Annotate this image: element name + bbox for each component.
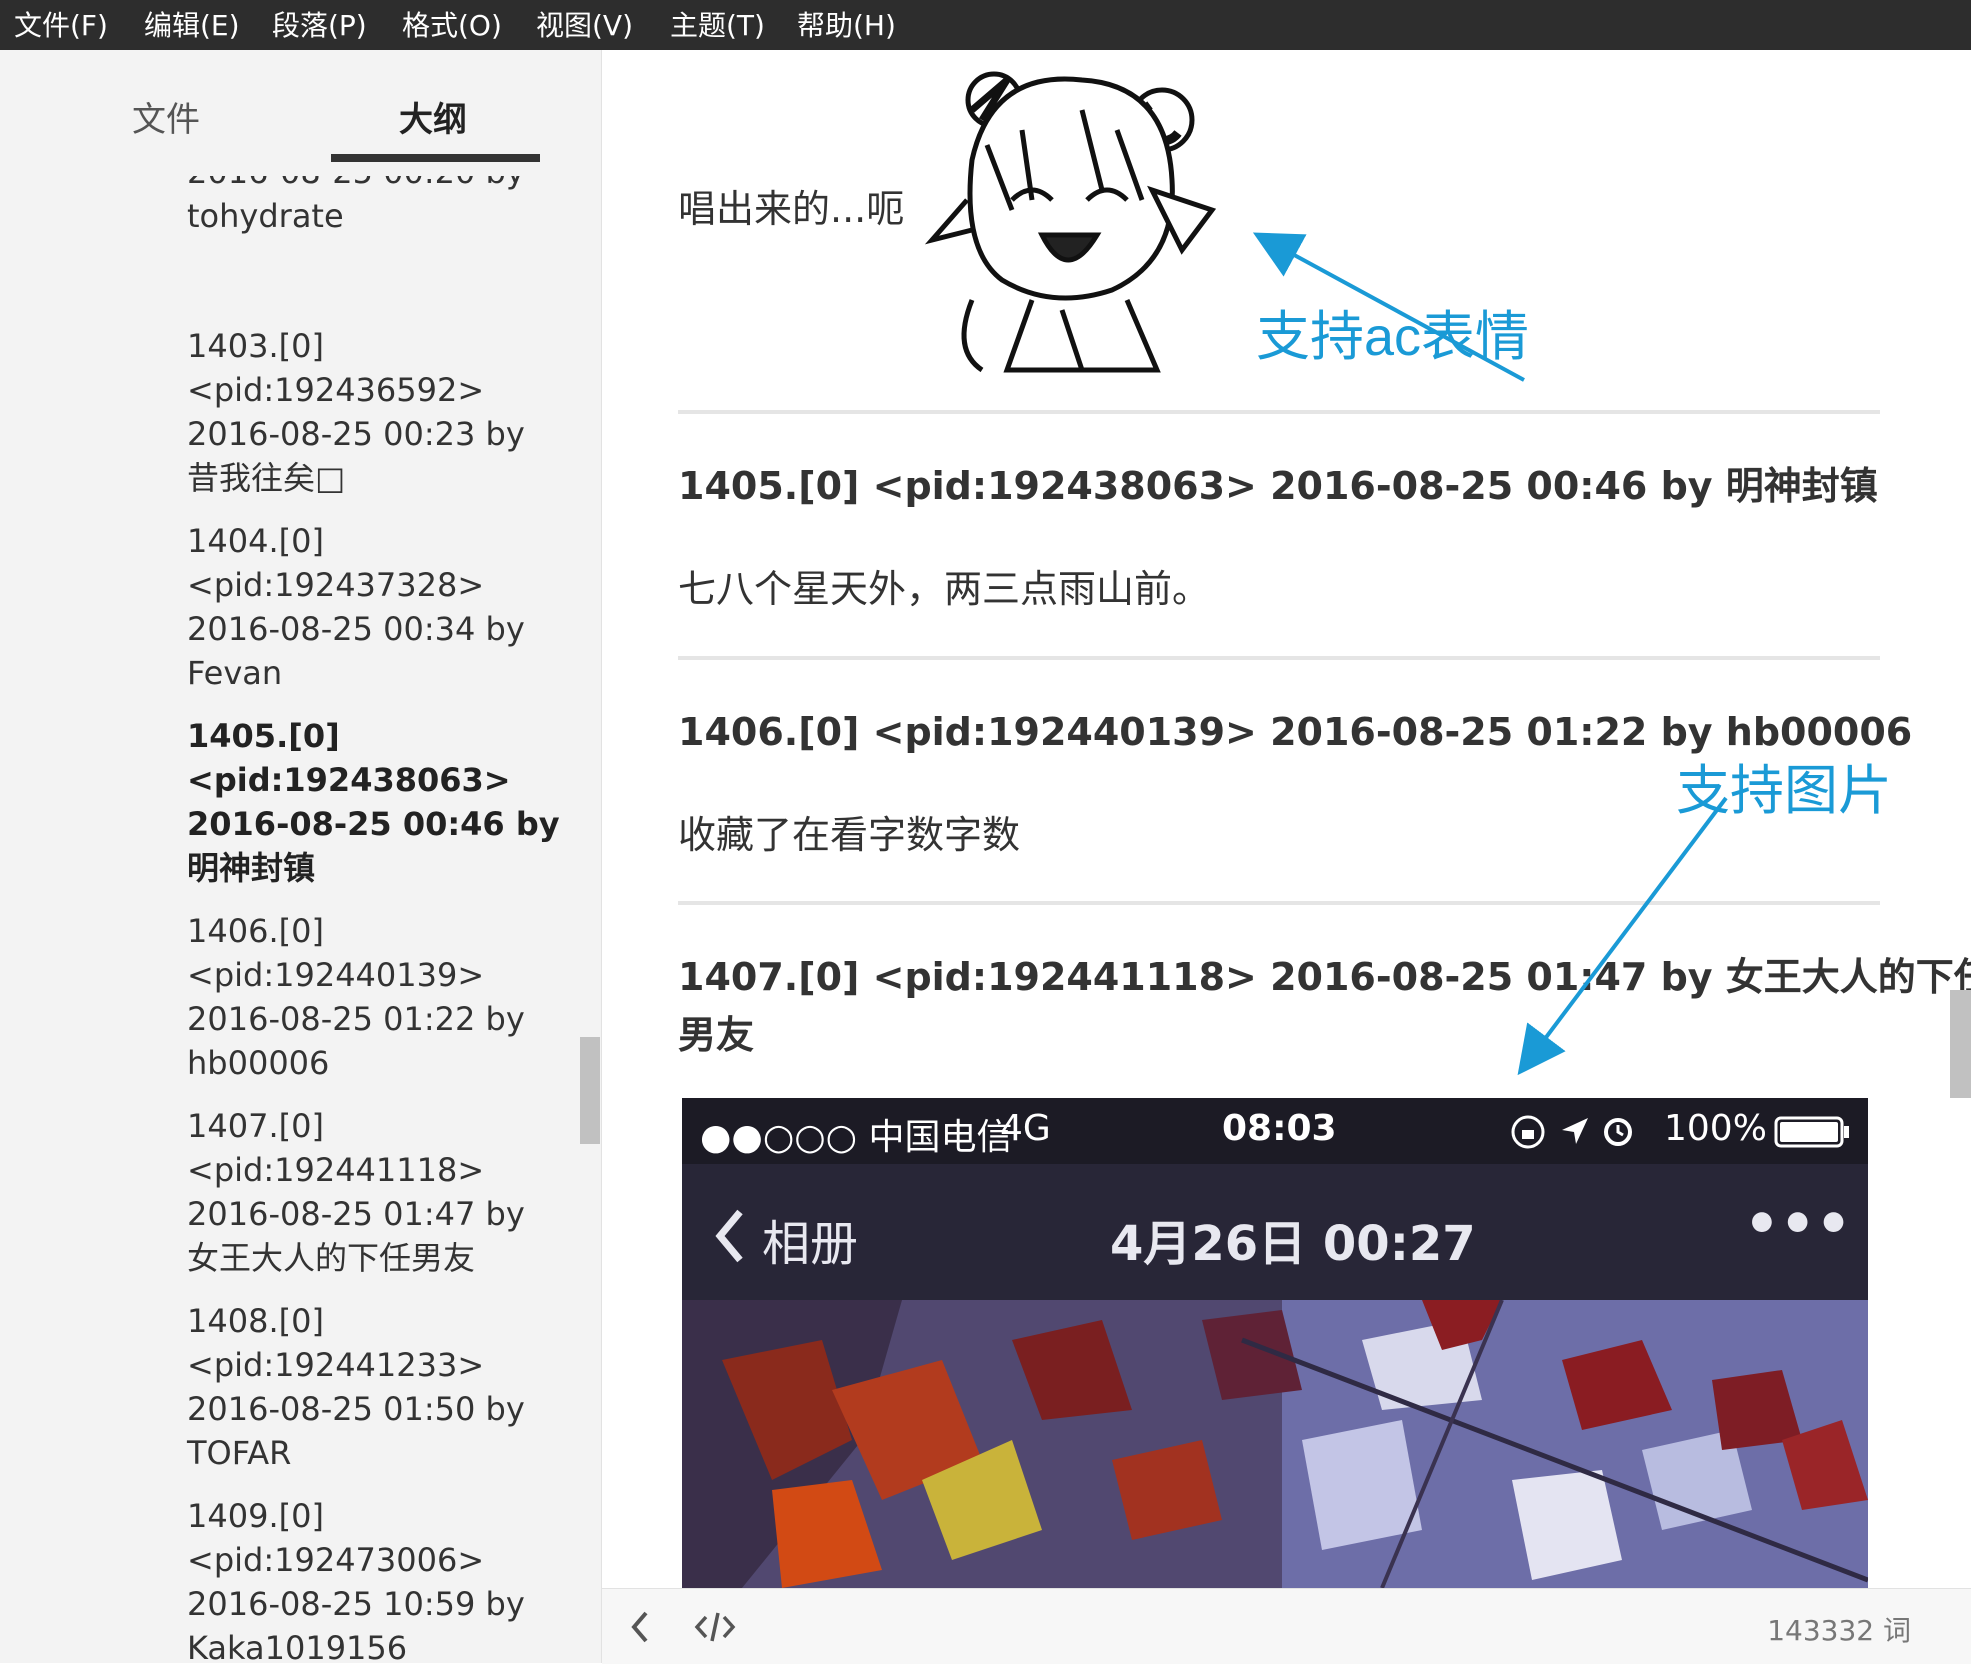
post-body-1406: 收藏了在看字数字数	[678, 813, 1021, 857]
outline-item[interactable]: 1409.[0] <pid:192473006> 2016-08-25 10:59 …	[187, 1494, 547, 1663]
annotation-image-support: 支持图片	[1676, 761, 1892, 821]
phone-title: 4月26日 00:27	[1110, 1216, 1476, 1272]
phone-photo-content	[682, 1300, 1868, 1588]
outline-item-line: 1409.[0]	[187, 1497, 324, 1535]
phone-network: 4G	[1000, 1108, 1051, 1149]
menu-edit[interactable]: 编辑(E)	[144, 0, 240, 50]
outline-item-line: <pid:192440139>	[187, 956, 485, 994]
menu-format[interactable]: 格式(O)	[402, 0, 502, 50]
post-heading-1407-line1: 1407.[0] <pid:192441118> 2016-08-25 01:4…	[678, 955, 1971, 999]
post-divider	[678, 901, 1880, 905]
outline-item-line: 2016-08-25 01:22 by	[187, 1000, 525, 1038]
outline-list: 2016-08-25 00:20 by tohydrate 1403.[0] <pid…	[0, 176, 560, 1663]
embedded-photo: ●●○○○ 中国电信 4G 08:03 100% 相册 4月26日 00:27 …	[682, 1098, 1868, 1588]
outline-item-line: 1403.[0]	[187, 327, 324, 365]
outline-item-line: 1407.[0]	[187, 1107, 324, 1145]
outline-item-line: 2016-08-25 00:34 by	[187, 610, 525, 648]
outline-item-line: 2016-08-25 01:47 by	[187, 1195, 525, 1233]
menu-theme[interactable]: 主题(T)	[670, 0, 765, 50]
menu-help[interactable]: 帮助(H)	[797, 0, 896, 50]
outline-item-line: TOFAR	[187, 1434, 292, 1472]
post-heading-1407: 1407.[0] <pid:192441118> 2016-08-25 01:4…	[678, 948, 1971, 1064]
outline-item-line: 1404.[0]	[187, 522, 324, 560]
outline-item-line: Kaka1019156	[187, 1629, 408, 1663]
outline-item[interactable]: 2016-08-25 00:20 by tohydrate	[187, 176, 547, 238]
outline-item-line: 1408.[0]	[187, 1302, 324, 1340]
phone-battery-percent: 100%	[1664, 1108, 1767, 1149]
active-tab-indicator	[331, 154, 540, 162]
outline-item[interactable]: 1408.[0] <pid:192441233> 2016-08-25 01:50 …	[187, 1299, 547, 1475]
outline-item-line: 1405.[0]	[187, 717, 340, 755]
outline-item-line: hb00006	[187, 1044, 330, 1082]
outline-item[interactable]: 1404.[0] <pid:192437328> 2016-08-25 00:34 …	[187, 519, 547, 695]
outline-item-line: 2016-08-25 10:59 by	[187, 1585, 525, 1623]
phone-carrier: ●●○○○ 中国电信	[700, 1117, 1013, 1158]
outline-item-line: 2016-08-25 01:50 by	[187, 1390, 525, 1428]
post-heading-1407-line2: 男友	[678, 1013, 755, 1057]
outline-item[interactable]: 1406.[0] <pid:192440139> 2016-08-25 01:22 …	[187, 909, 547, 1085]
menu-paragraph[interactable]: 段落(P)	[272, 0, 367, 50]
phone-nav-bar: 相册 4月26日 00:27 •••	[682, 1164, 1868, 1300]
tab-outline[interactable]: 大纲	[399, 92, 467, 141]
ac-emoji-image	[924, 71, 1217, 373]
outline-item-line: <pid:192441233>	[187, 1346, 485, 1384]
intro-paragraph: 唱出来的...呃	[678, 187, 905, 231]
menu-view[interactable]: 视图(V)	[536, 0, 633, 50]
annotation-emoji-support: 支持ac表情	[1256, 307, 1530, 367]
word-count: 143332 词	[1767, 1614, 1911, 1647]
outline-item-line: <pid:192436592>	[187, 371, 485, 409]
outline-item-line: <pid:192438063>	[187, 761, 511, 799]
outline-item-line: <pid:192437328>	[187, 566, 485, 604]
sidebar: 文件 大纲 2016-08-25 00:20 by tohydrate 1403.[…	[0, 50, 602, 1663]
outline-item-line: 女王大人的下任男友	[187, 1239, 476, 1277]
outline-item-line: Fevan	[187, 654, 283, 692]
content-scrollbar[interactable]	[1950, 990, 1971, 1098]
battery-icon	[1774, 1116, 1849, 1148]
outline-item-line: 昔我往矣□	[187, 459, 346, 497]
phone-status-bar: ●●○○○ 中国电信 4G 08:03 100%	[682, 1098, 1868, 1164]
phone-back-label: 相册	[762, 1216, 859, 1272]
tab-files[interactable]: 文件	[132, 92, 200, 141]
outline-item-line: <pid:192473006>	[187, 1541, 485, 1579]
outline-item-line: 2016-08-25 00:20 by	[187, 176, 547, 194]
back-chevron-icon	[715, 1209, 743, 1263]
rotation-lock-icon	[1511, 1115, 1545, 1149]
alarm-icon	[1604, 1118, 1632, 1146]
outline-item-line: 1406.[0]	[187, 912, 324, 950]
post-divider	[678, 656, 1880, 660]
outline-item-line: 2016-08-25 00:23 by	[187, 415, 525, 453]
outline-item[interactable]: 1407.[0] <pid:192441118> 2016-08-25 01:47 …	[187, 1104, 547, 1280]
outline-item[interactable]: 1403.[0] <pid:192436592> 2016-08-25 00:23 …	[187, 324, 547, 500]
outline-item-line: tohydrate	[187, 197, 344, 235]
phone-more-icon: •••	[1744, 1192, 1852, 1257]
sidebar-scrollbar[interactable]	[580, 1037, 600, 1144]
location-arrow-icon	[1562, 1118, 1588, 1144]
menu-file[interactable]: 文件(F)	[14, 0, 108, 50]
outline-item[interactable]: 1405.[0] <pid:192438063> 2016-08-25 00:46 …	[187, 714, 560, 890]
outline-item-line: 2016-08-25 00:46 by	[187, 805, 560, 843]
source-code-icon[interactable]	[694, 1609, 736, 1645]
toggle-sidebar-chevron-icon[interactable]	[628, 1609, 652, 1645]
editor-content[interactable]: 唱出来的...呃 1405.[0] <pid:192438063> 2016-0…	[602, 50, 1971, 1588]
status-bar: 143332 词	[602, 1588, 1971, 1664]
post-heading-1405: 1405.[0] <pid:192438063> 2016-08-25 00:4…	[678, 464, 1878, 508]
post-body-1405: 七八个星天外，两三点雨山前。	[678, 567, 1211, 611]
menu-bar: 文件(F) 编辑(E) 段落(P) 格式(O) 视图(V) 主题(T) 帮助(H…	[0, 0, 1971, 50]
outline-item-line: 明神封镇	[187, 849, 316, 887]
post-divider	[678, 410, 1880, 414]
outline-item-line: <pid:192441118>	[187, 1151, 485, 1189]
phone-time: 08:03	[1222, 1108, 1337, 1149]
